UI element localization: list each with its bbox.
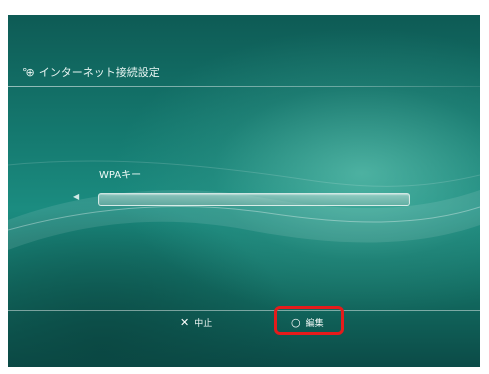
network-settings-icon: °⊕ xyxy=(22,65,35,79)
header: °⊕ インターネット接続設定 xyxy=(22,63,160,81)
highlight-annotation xyxy=(274,306,344,335)
footer-divider xyxy=(8,310,480,311)
ps3-screen: °⊕ インターネット接続設定 WPAキー ◀ ✕ 中止 ○ 編集 xyxy=(8,15,480,367)
header-divider xyxy=(8,86,480,87)
cancel-button[interactable]: ✕ 中止 xyxy=(180,316,212,329)
left-arrow-icon: ◀ xyxy=(73,192,80,201)
cancel-label: 中止 xyxy=(194,319,213,329)
cross-button-icon: ✕ xyxy=(180,316,190,329)
page-title: インターネット接続設定 xyxy=(38,66,160,79)
wpa-key-label: WPAキー xyxy=(99,170,142,181)
wpa-key-input[interactable] xyxy=(98,193,410,206)
